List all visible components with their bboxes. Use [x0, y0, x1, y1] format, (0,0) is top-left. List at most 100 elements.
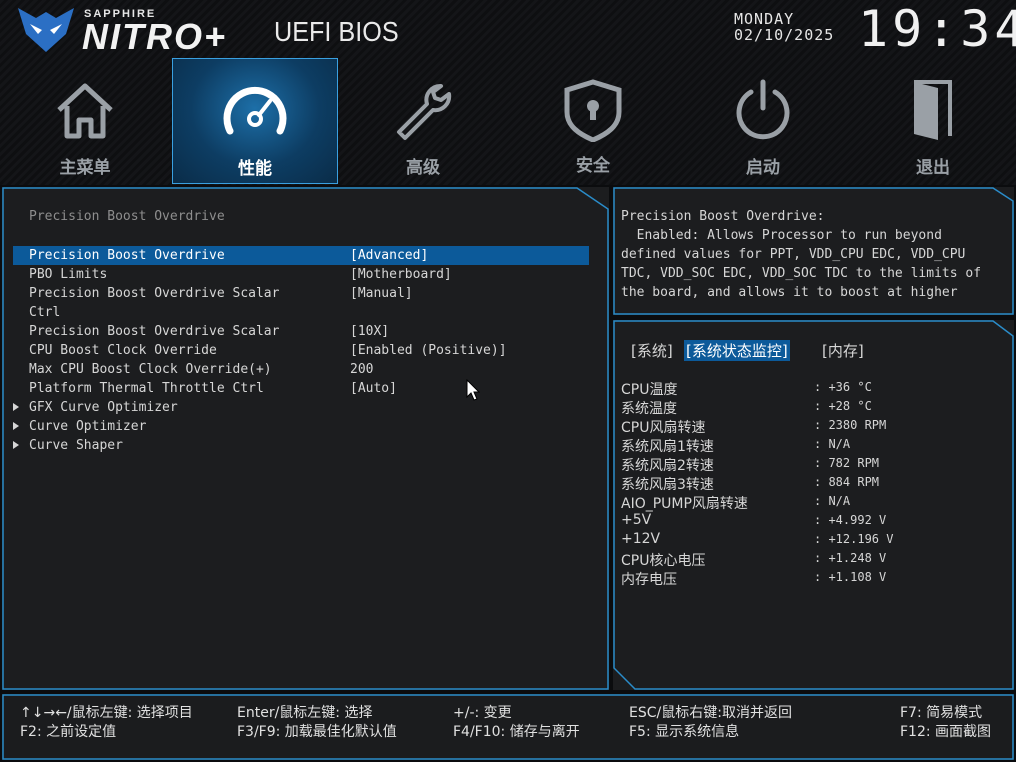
- submenu-arrow-icon: [13, 441, 19, 449]
- setting-value[interactable]: [10X]: [350, 324, 389, 339]
- monitor-row: +12V : +12.196 V: [621, 531, 1001, 550]
- setting-value[interactable]: [Manual]: [350, 286, 413, 301]
- monitor-row: CPU风扇转速 : 2380 RPM: [621, 417, 1001, 436]
- monitor-row: CPU核心电压 : +1.248 V: [621, 550, 1001, 569]
- tab-label: 启动: [746, 158, 780, 178]
- clock: 19:34: [858, 0, 1016, 58]
- monitor-value: : +1.248 V: [814, 551, 887, 565]
- monitor-key: 内存电压: [621, 572, 677, 588]
- monitor-key: CPU风扇转速: [621, 420, 706, 436]
- speedometer-icon: [223, 86, 287, 135]
- tab-label: 安全: [576, 156, 610, 176]
- exit-door-icon: [914, 80, 952, 140]
- submenu-arrow-icon: [13, 403, 19, 411]
- monitor-row: AIO_PUMP风扇转速 : N/A: [621, 493, 1001, 512]
- tab-label: 性能: [238, 159, 272, 179]
- monitor-value: : N/A: [814, 437, 851, 451]
- power-icon: [736, 79, 790, 140]
- monitor-tab-status[interactable]: [系统状态监控]: [684, 340, 790, 361]
- setting-value[interactable]: [Enabled (Positive)]: [350, 343, 507, 358]
- hint-navigate: ↑↓→←/鼠标左键: 选择项目: [20, 705, 193, 721]
- tab-exit[interactable]: 退出: [850, 58, 1016, 184]
- setting-label: Max CPU Boost Clock Override(+): [29, 362, 272, 377]
- settings-panel: Precision Boost Overdrive Precision Boos…: [2, 187, 609, 690]
- monitor-value: : +12.196 V: [814, 532, 894, 546]
- setting-thermal-throttle[interactable]: Platform Thermal Throttle Ctrl [Auto]: [13, 379, 589, 398]
- monitor-key: CPU温度: [621, 382, 678, 398]
- header: SAPPHIRE NITRO+ UEFI BIOS MONDAY 02/10/2…: [0, 0, 1016, 185]
- hint-system-info: F5: 显示系统信息: [629, 724, 740, 740]
- setting-label: GFX Curve Optimizer: [29, 400, 178, 415]
- mouse-cursor-icon: [466, 379, 480, 401]
- tab-main[interactable]: 主菜单: [2, 58, 168, 184]
- hint-easy-mode: F7: 简易模式: [900, 705, 983, 721]
- setting-label: Precision Boost Overdrive: [29, 248, 225, 263]
- monitor-value: : +1.108 V: [814, 570, 887, 584]
- help-text: Precision Boost Overdrive: Enabled: Allo…: [621, 209, 982, 300]
- hint-screenshot: F12: 画面截图: [900, 724, 992, 740]
- monitor-value: : +4.992 V: [814, 513, 887, 527]
- setting-value[interactable]: 200: [350, 362, 373, 377]
- monitor-key: CPU核心电压: [621, 553, 706, 569]
- setting-pbo-scalar-ctrl[interactable]: Precision Boost Overdrive Scalar [Manual…: [13, 284, 589, 303]
- monitor-value: : +36 °C: [814, 380, 872, 394]
- hint-previous-values: F2: 之前设定值: [20, 724, 117, 740]
- submenu-gfx-curve-optimizer[interactable]: GFX Curve Optimizer: [13, 398, 589, 417]
- monitor-value: : N/A: [814, 494, 851, 508]
- setting-max-cpu-boost-override[interactable]: Max CPU Boost Clock Override(+) 200: [13, 360, 589, 379]
- date: 02/10/2025: [734, 26, 835, 44]
- setting-label: Curve Shaper: [29, 438, 123, 453]
- monitor-tab-memory[interactable]: [内存]: [820, 340, 866, 361]
- tab-performance[interactable]: 性能: [172, 58, 338, 184]
- setting-label: CPU Boost Clock Override: [29, 343, 217, 358]
- monitor-key: 系统温度: [621, 401, 677, 417]
- monitor-row: 内存电压 : +1.108 V: [621, 569, 1001, 588]
- submenu-curve-optimizer[interactable]: Curve Optimizer: [13, 417, 589, 436]
- shield-lock-icon: [564, 79, 622, 142]
- setting-label: Curve Optimizer: [29, 419, 147, 434]
- section-title: Precision Boost Overdrive: [29, 209, 225, 224]
- setting-label: Precision Boost Overdrive Scalar: [29, 324, 280, 339]
- hint-cancel-back: ESC/鼠标右键:取消并返回: [629, 705, 792, 721]
- monitor-row: 系统风扇1转速 : N/A: [621, 436, 1001, 455]
- tab-advanced[interactable]: 高级: [340, 58, 506, 184]
- monitor-tab-system[interactable]: [系统]: [629, 340, 675, 361]
- monitor-row: +5V : +4.992 V: [621, 512, 1001, 531]
- setting-value[interactable]: [Advanced]: [350, 248, 428, 263]
- tab-boot[interactable]: 启动: [680, 58, 846, 184]
- submenu-arrow-icon: [13, 422, 19, 430]
- monitor-key: 系统风扇2转速: [621, 458, 714, 474]
- monitor-value: : 884 RPM: [814, 475, 880, 489]
- monitor-value: : 782 RPM: [814, 456, 880, 470]
- setting-pbo[interactable]: Precision Boost Overdrive [Advanced]: [13, 246, 589, 265]
- monitor-panel: [系统] [系统状态监控] [内存] CPU温度 : +36 °C 系统温度 : +…: [613, 320, 1014, 690]
- monitor-key: 系统风扇3转速: [621, 477, 714, 493]
- monitor-row: 系统温度 : +28 °C: [621, 398, 1001, 417]
- hint-save-exit: F4/F10: 储存与离开: [453, 724, 580, 740]
- setting-label: Platform Thermal Throttle Ctrl: [29, 381, 264, 396]
- monitor-row: 系统风扇3转速 : 884 RPM: [621, 474, 1001, 493]
- help-panel: Precision Boost Overdrive: Enabled: Allo…: [613, 187, 1014, 315]
- tab-label: 高级: [406, 158, 440, 178]
- monitor-key: +12V: [621, 531, 661, 547]
- hint-load-defaults: F3/F9: 加载最佳化默认值: [237, 724, 397, 740]
- setting-cpu-boost-override[interactable]: CPU Boost Clock Override [Enabled (Posit…: [13, 341, 589, 360]
- tab-label: 退出: [916, 158, 950, 178]
- tab-label: 主菜单: [59, 158, 111, 178]
- monitor-value: : +28 °C: [814, 399, 872, 413]
- setting-pbo-scalar-ctrl-cont: Ctrl: [13, 303, 589, 322]
- monitor-key: 系统风扇1转速: [621, 439, 714, 455]
- monitor-value: : 2380 RPM: [814, 418, 887, 432]
- setting-value[interactable]: [Auto]: [350, 381, 397, 396]
- wrench-icon: [397, 84, 452, 140]
- setting-pbo-scalar[interactable]: Precision Boost Overdrive Scalar [10X]: [13, 322, 589, 341]
- monitor-key: AIO_PUMP风扇转速: [621, 496, 748, 512]
- setting-pbo-limits[interactable]: PBO Limits [Motherboard]: [13, 265, 589, 284]
- bios-title: UEFI BIOS: [274, 16, 399, 47]
- brand-nitro: NITRO+: [82, 16, 228, 57]
- submenu-curve-shaper[interactable]: Curve Shaper: [13, 436, 589, 455]
- home-icon: [57, 83, 113, 139]
- setting-value[interactable]: [Motherboard]: [350, 267, 452, 282]
- monitor-key: +5V: [621, 512, 652, 528]
- tab-security[interactable]: 安全: [510, 58, 676, 184]
